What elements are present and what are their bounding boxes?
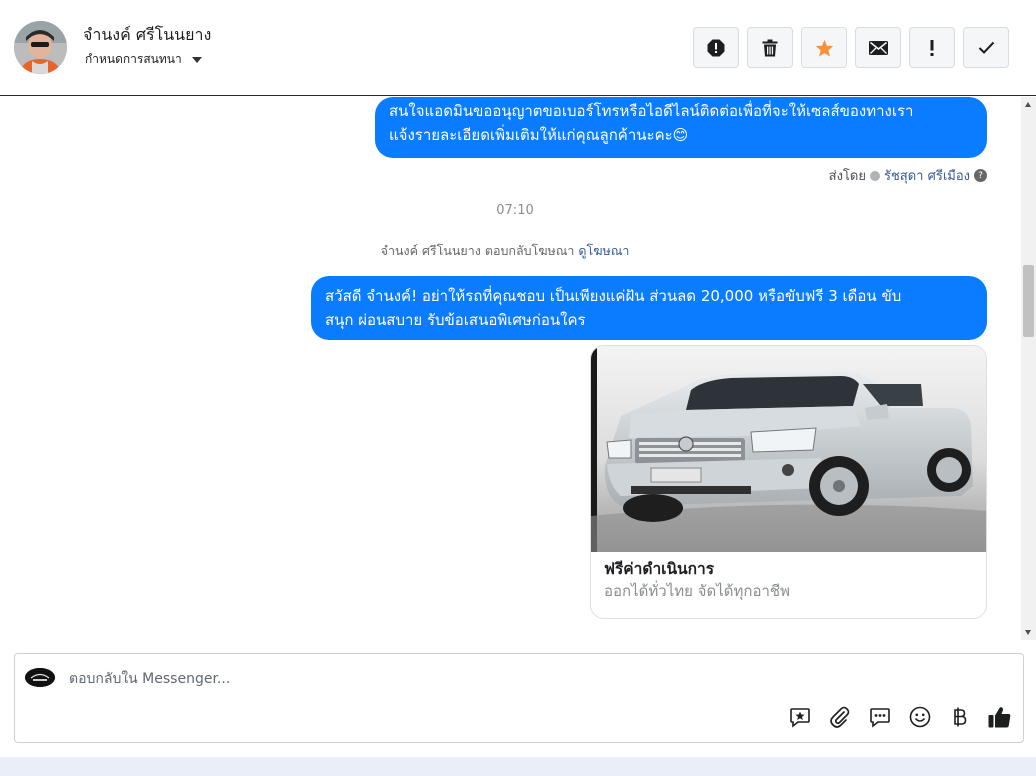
baht-icon [953,707,966,726]
ad-card-subtitle: ออกได้ทั่วไทย จัดได้ทุกอาชีพ [604,582,790,600]
sent-by-info: ส่งโดย รัชสุดา ศรีเมือง ? [829,165,987,186]
composer-tools [788,705,1011,728]
conversation-actions [693,27,1009,68]
message-line: สนุก ผ่อนสบาย รับข้อเสนอพิเศษก่อนใคร [325,311,586,329]
inbox-window: จำนงค์ ศรีโนนยาง กำหนดการสนทนา สนใจแอดมิ… [0,0,1036,757]
sent-by-label: ส่งโดย [828,169,866,184]
caret-down-icon [191,56,202,63]
sent-message-bubble[interactable]: สนใจแอดมินขออนุญาตขอเบอร์โทรหรือไอดีไลน์… [375,97,987,158]
envelope-icon [868,40,888,55]
message-line: สนใจแอดมินขออนุญาตขอเบอร์โทรหรือไอดีไลน์… [389,102,914,120]
conversation-settings-dropdown[interactable]: กำหนดการสนทนา [85,50,202,69]
checkmark-icon [978,41,994,54]
message-line: สวัสดี จำนงค์! อย่าให้รถที่คุณชอบ เป็นเพ… [325,287,902,305]
reply-input[interactable] [69,667,769,691]
conversation-header: จำนงค์ ศรีโนนยาง กำหนดการสนทนา [0,0,1036,96]
scroll-up-arrow-icon[interactable] [1025,102,1031,107]
exclamation-icon [930,39,934,56]
conversation-settings-label: กำหนดการสนทนา [85,52,182,66]
chat-bubble-icon [869,707,890,728]
contact-name: จำนงค์ ศรีโนนยาง [83,25,212,44]
scroll-thumb[interactable] [1023,265,1034,337]
like-button[interactable] [988,705,1011,728]
trash-icon [762,39,778,56]
mark-unread-button[interactable] [855,27,901,68]
thread-scrollbar[interactable] [1021,97,1036,640]
message-line: แจ้งรายละเอียดเพิ่มเติมให้แก่คุณลูกค้านะ… [389,126,689,144]
saved-replies-button[interactable] [788,705,811,728]
follow-up-button[interactable] [909,27,955,68]
view-ad-link[interactable]: ดูโฆษณา [578,243,629,258]
avatar[interactable] [14,21,67,74]
payment-request-button[interactable] [948,705,971,728]
emoji-button[interactable] [908,705,931,728]
ad-message-bubble[interactable]: สวัสดี จำนงค์! อย่าให้รถที่คุณชอบ เป็นเพ… [311,276,987,340]
star-icon [815,39,833,57]
mark-done-button[interactable] [963,27,1009,68]
thumbs-up-icon [988,706,1011,727]
emoji-icon [909,706,930,727]
help-icon[interactable]: ? [974,169,987,182]
ad-reply-text: จำนงค์ ศรีโนนยาง ตอบกลับโฆษณา [380,243,575,258]
message-thread: สนใจแอดมินขออนุญาตขอเบอร์โทรหรือไอดีไลน์… [0,97,1021,640]
delete-button[interactable] [747,27,793,68]
attach-file-button[interactable] [828,705,851,728]
attachment-icon [829,706,849,728]
message-timestamp: 07:10 [496,203,534,218]
sent-by-name[interactable]: รัชสุดา ศรีเมือง [884,165,970,186]
reply-composer [14,653,1024,743]
pickup-truck-image [591,346,986,552]
star-button[interactable] [801,27,847,68]
ad-card[interactable]: ฟรีค่าดำเนินการ ออกได้ทั่วไทย จัดได้ทุกอ… [590,345,987,619]
quick-replies-button[interactable] [868,705,891,728]
agent-status-icon [869,170,880,181]
mark-spam-button[interactable] [693,27,739,68]
ad-card-title: ฟรีค่าดำเนินการ [604,560,715,578]
alert-octagon-icon [707,39,725,56]
saved-reply-icon [789,707,810,728]
ad-reply-notice: จำนงค์ ศรีโนนยาง ตอบกลับโฆษณา ดูโฆษณา [0,241,1010,261]
page-logo-icon [25,668,55,687]
scroll-down-arrow-icon[interactable] [1025,630,1031,635]
